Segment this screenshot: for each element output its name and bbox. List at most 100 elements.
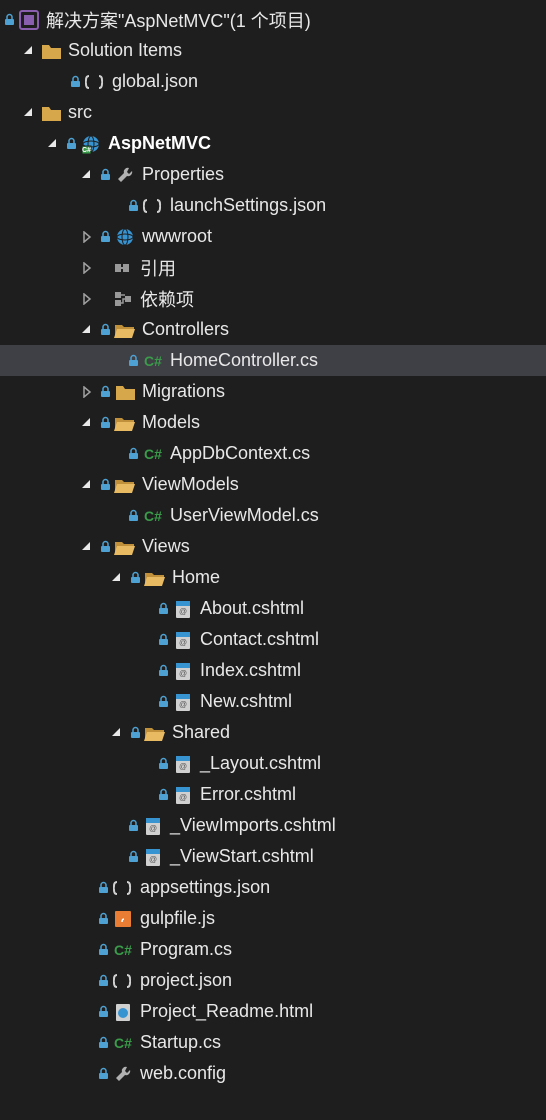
lock-icon (96, 912, 110, 926)
wwwroot-node[interactable]: wwwroot (0, 221, 546, 252)
csharp-file-icon: C# (112, 939, 134, 961)
cshtml-icon (172, 753, 194, 775)
lock-icon (96, 1005, 110, 1019)
cshtml-icon (172, 598, 194, 620)
node-label: Properties (142, 164, 224, 185)
node-label: Models (142, 412, 200, 433)
cshtml-icon (172, 660, 194, 682)
solution-icon (18, 9, 40, 31)
file-node-index[interactable]: Index.cshtml (0, 655, 546, 686)
file-node-new[interactable]: New.cshtml (0, 686, 546, 717)
node-label: HomeController.cs (170, 350, 318, 371)
collapse-arrow-icon[interactable] (78, 259, 96, 277)
file-node-launchsettings[interactable]: launchSettings.json (0, 190, 546, 221)
node-label: _ViewImports.cshtml (170, 815, 336, 836)
file-node-viewimports[interactable]: _ViewImports.cshtml (0, 810, 546, 841)
file-node-viewstart[interactable]: _ViewStart.cshtml (0, 841, 546, 872)
csharp-file-icon: C# (112, 1032, 134, 1054)
models-node[interactable]: Models (0, 407, 546, 438)
json-icon (112, 877, 134, 899)
controllers-node[interactable]: Controllers (0, 314, 546, 345)
expand-arrow-icon[interactable] (108, 724, 126, 742)
lock-icon (156, 664, 170, 678)
file-node-globaljson[interactable]: global.json (0, 66, 546, 97)
project-node[interactable]: AspNetMVC (0, 128, 546, 159)
file-node-error[interactable]: Error.cshtml (0, 779, 546, 810)
expand-arrow-icon[interactable] (44, 135, 62, 153)
references-node[interactable]: 引用 (0, 252, 546, 283)
file-node-gulpfile[interactable]: gulpfile.js (0, 903, 546, 934)
lock-icon (128, 726, 142, 740)
lock-icon (98, 230, 112, 244)
expand-arrow-icon[interactable] (78, 538, 96, 556)
folder-open-icon (114, 474, 136, 496)
folder-open-icon (114, 412, 136, 434)
lock-icon (126, 509, 140, 523)
file-node-program[interactable]: C# Program.cs (0, 934, 546, 965)
viewmodels-node[interactable]: ViewModels (0, 469, 546, 500)
expand-arrow-icon[interactable] (78, 321, 96, 339)
expand-arrow-icon[interactable] (78, 476, 96, 494)
file-node-homecontroller[interactable]: C# HomeController.cs (0, 345, 546, 376)
src-node[interactable]: src (0, 97, 546, 128)
solution-node[interactable]: 解决方案"AspNetMVC"(1 个项目) (0, 4, 546, 35)
migrations-node[interactable]: Migrations (0, 376, 546, 407)
views-shared-node[interactable]: Shared (0, 717, 546, 748)
lock-icon (2, 13, 16, 27)
expand-arrow-icon[interactable] (20, 42, 38, 60)
file-node-projectreadme[interactable]: Project_Readme.html (0, 996, 546, 1027)
node-label: Views (142, 536, 190, 557)
csharp-web-project-icon (80, 133, 102, 155)
cshtml-icon (142, 815, 164, 837)
node-label: appsettings.json (140, 877, 270, 898)
lock-icon (126, 199, 140, 213)
file-node-about[interactable]: About.cshtml (0, 593, 546, 624)
node-label: Shared (172, 722, 230, 743)
lock-icon (96, 1067, 110, 1081)
lock-icon (128, 571, 142, 585)
solution-label: 解决方案"AspNetMVC"(1 个项目) (46, 7, 311, 33)
references-icon (112, 257, 134, 279)
node-label: ViewModels (142, 474, 239, 495)
solution-items-node[interactable]: Solution Items (0, 35, 546, 66)
node-label: Startup.cs (140, 1032, 221, 1053)
dependencies-node[interactable]: 依赖项 (0, 283, 546, 314)
collapse-arrow-icon[interactable] (78, 383, 96, 401)
csharp-file-icon: C# (142, 443, 164, 465)
folder-icon (40, 102, 62, 124)
file-node-userviewmodel[interactable]: C# UserViewModel.cs (0, 500, 546, 531)
folder-open-icon (144, 567, 166, 589)
node-label: _Layout.cshtml (200, 753, 321, 774)
folder-icon (40, 40, 62, 62)
properties-node[interactable]: Properties (0, 159, 546, 190)
views-node[interactable]: Views (0, 531, 546, 562)
expand-arrow-icon[interactable] (108, 569, 126, 587)
node-label: New.cshtml (200, 691, 292, 712)
lock-icon (156, 757, 170, 771)
file-node-startup[interactable]: C# Startup.cs (0, 1027, 546, 1058)
lock-icon (98, 168, 112, 182)
file-node-layout[interactable]: _Layout.cshtml (0, 748, 546, 779)
expand-arrow-icon[interactable] (78, 166, 96, 184)
json-icon (142, 195, 164, 217)
file-node-appdbcontext[interactable]: C# AppDbContext.cs (0, 438, 546, 469)
file-node-contact[interactable]: Contact.cshtml (0, 624, 546, 655)
collapse-arrow-icon[interactable] (78, 228, 96, 246)
collapse-arrow-icon[interactable] (78, 290, 96, 308)
views-home-node[interactable]: Home (0, 562, 546, 593)
cshtml-icon (172, 784, 194, 806)
file-node-appsettings[interactable]: appsettings.json (0, 872, 546, 903)
file-node-projectjson[interactable]: project.json (0, 965, 546, 996)
js-icon (112, 908, 134, 930)
node-label: Program.cs (140, 939, 232, 960)
expand-arrow-icon[interactable] (20, 104, 38, 122)
solution-explorer-tree[interactable]: 解决方案"AspNetMVC"(1 个项目) Solution Items gl… (0, 0, 546, 1089)
expand-arrow-icon[interactable] (78, 414, 96, 432)
lock-icon (96, 1036, 110, 1050)
json-icon (112, 970, 134, 992)
lock-icon (126, 354, 140, 368)
file-node-webconfig[interactable]: web.config (0, 1058, 546, 1089)
lock-icon (64, 137, 78, 151)
wrench-icon (114, 164, 136, 186)
html-icon (112, 1001, 134, 1023)
